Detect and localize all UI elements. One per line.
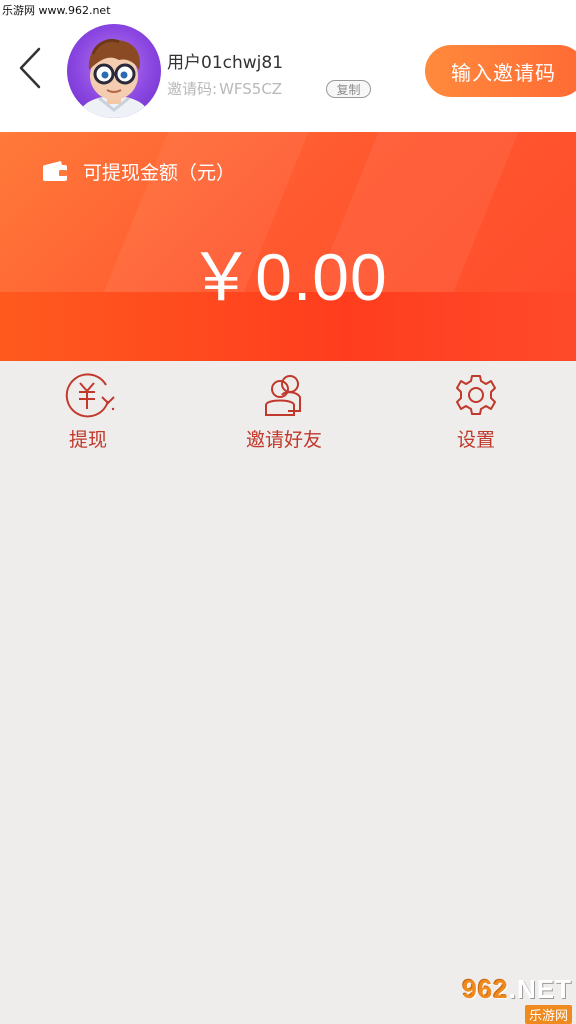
site-watermark-top: 乐游网 www.962.net <box>0 0 576 22</box>
yuan-withdraw-icon <box>65 373 115 418</box>
chevron-left-icon <box>19 47 41 89</box>
action-bar: 提现 邀请好友 设置 <box>0 361 576 461</box>
site-watermark-logo: 962.NET 乐游网 <box>436 974 572 1024</box>
invite-code-value: WFS5CZ <box>219 79 283 98</box>
settings-label: 设置 <box>456 429 495 451</box>
balance-card: 可提现金额（元） ￥0.00 <box>0 132 576 361</box>
copy-button[interactable]: 复制 <box>326 80 371 98</box>
back-button[interactable] <box>10 42 50 94</box>
wallet-icon <box>43 161 67 181</box>
invite-friends-label: 邀请好友 <box>246 429 323 451</box>
watermark-logo-text: 962.NET <box>462 974 572 1004</box>
withdraw-label: 提现 <box>68 429 107 451</box>
withdraw-button[interactable]: 提现 <box>58 371 118 452</box>
invite-friends-button[interactable]: 邀请好友 <box>246 371 322 452</box>
invite-code: 邀请码: WFS5CZ <box>167 78 282 99</box>
enter-invite-code-button[interactable]: 输入邀请码 <box>425 45 576 97</box>
withdrawable-amount: ￥0.00 <box>188 240 388 314</box>
gear-icon <box>456 375 496 415</box>
avatar[interactable] <box>67 24 161 118</box>
username: 用户01chwj81 <box>167 53 284 73</box>
settings-button[interactable]: 设置 <box>446 371 506 452</box>
avatar-image <box>80 39 148 118</box>
watermark-logo-subtitle: 乐游网 <box>524 1005 572 1024</box>
profile-header: 用户01chwj81 邀请码: WFS5CZ 复制 输入邀请码 <box>0 22 576 132</box>
withdrawable-amount-label: 可提现金额（元） <box>83 162 236 184</box>
invite-code-label: 邀请码: <box>167 80 218 98</box>
users-icon <box>265 375 301 416</box>
